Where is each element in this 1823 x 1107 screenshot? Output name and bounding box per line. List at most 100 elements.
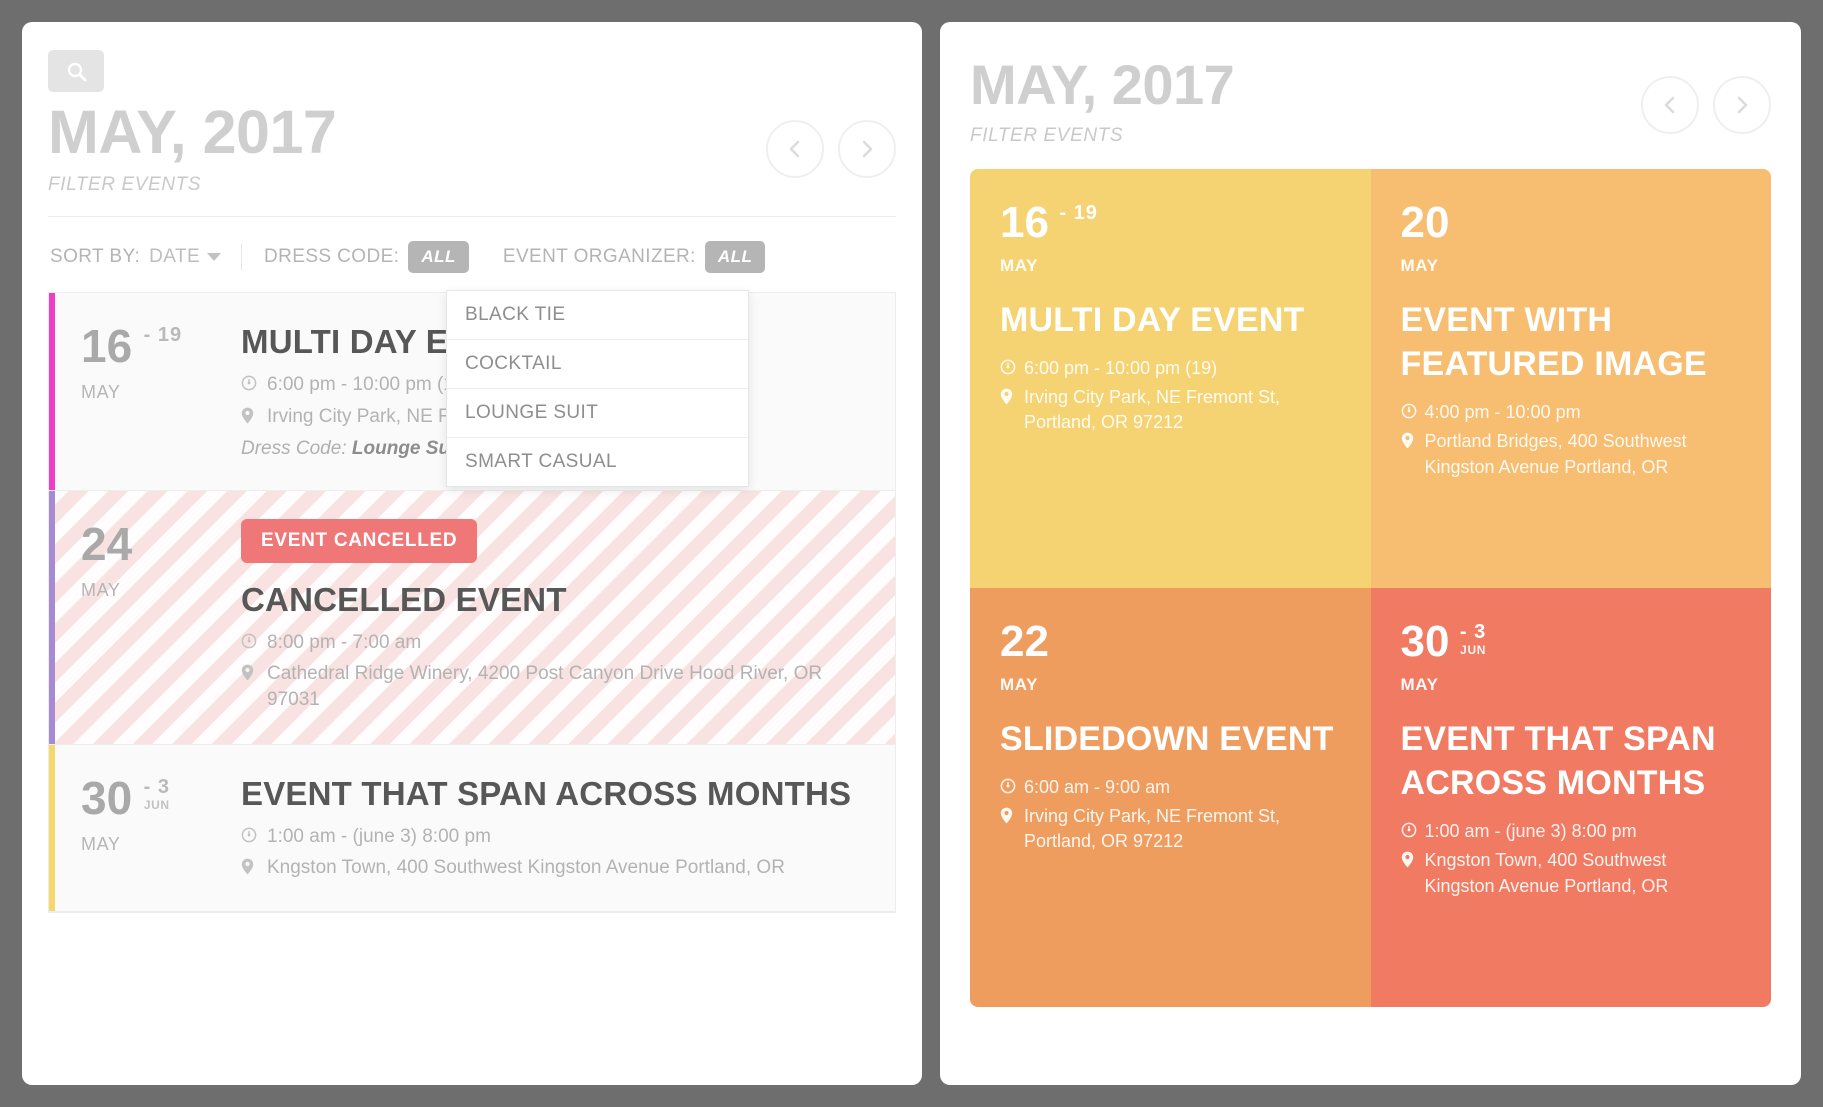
- event-end-month: JUN: [143, 797, 170, 812]
- event-time: 6:00 pm - 10:00 pm (19): [267, 374, 471, 396]
- event-list-item[interactable]: 24 MAY EVENT CANCELLED CANCELLED EVENT 8…: [49, 489, 895, 745]
- tile-time-line: 4:00 pm - 10:00 pm: [1401, 400, 1742, 425]
- event-title[interactable]: EVENT THAT SPAN ACROSS MONTHS: [241, 773, 869, 815]
- tile-time-line: 6:00 am - 9:00 am: [1000, 775, 1341, 800]
- clock-icon: [1401, 819, 1425, 844]
- tile-location-line: Irving City Park, NE Fremont St, Portlan…: [1000, 804, 1341, 854]
- event-list-item[interactable]: 30 - 3 JUN MAY EVENT THAT SPAN ACROSS MO…: [49, 743, 895, 913]
- event-time-line: 1:00 am - (june 3) 8:00 pm: [241, 824, 869, 850]
- map-pin-icon: [1401, 429, 1425, 479]
- tile-location: Kngston Town, 400 Southwest Kingston Ave…: [1424, 850, 1669, 896]
- event-title[interactable]: CANCELLED EVENT: [241, 579, 869, 621]
- map-pin-icon: [241, 661, 267, 713]
- tile-time: 1:00 am - (june 3) 8:00 pm: [1424, 821, 1637, 842]
- tile-day-end: - 3 JUN: [1459, 620, 1487, 657]
- tile-location-line: Portland Bridges, 400 Southwest Kingston…: [1401, 429, 1742, 479]
- dropdown-option[interactable]: SMART CASUAL: [447, 438, 748, 486]
- tile-location-line: Irving City Park, NE Fremont St, Portlan…: [1000, 385, 1341, 435]
- clock-icon: [241, 630, 267, 656]
- calendar-list-panel: MAY, 2017 FILTER EVENTS SORT BY: DATE DR…: [22, 22, 922, 1085]
- right-title-block: MAY, 2017 FILTER EVENTS: [970, 53, 1235, 147]
- clock-icon: [1000, 356, 1024, 381]
- tile-date: 30 - 3 JUN: [1400, 616, 1742, 666]
- filter-bar: SORT BY: DATE DRESS CODE: ALL EVENT ORGA…: [48, 216, 896, 488]
- tile-location: Irving City Park, NE Fremont St, Portlan…: [1024, 806, 1281, 852]
- chevron-left-icon: [785, 137, 805, 161]
- event-organizer-chip[interactable]: ALL: [704, 241, 766, 274]
- event-time-line: 8:00 pm - 7:00 am: [241, 630, 869, 656]
- tile-time: 6:00 am - 9:00 am: [1024, 776, 1171, 797]
- tile-day: 22: [1000, 616, 1049, 666]
- tile-time: 6:00 pm - 10:00 pm (19): [1024, 357, 1218, 378]
- event-tile[interactable]: 22 MAY SLIDEDOWN EVENT 6:00 am - 9:00 am: [970, 587, 1371, 1007]
- right-month-nav: [1641, 76, 1771, 134]
- tile-date: 22: [1000, 616, 1341, 666]
- dropdown-option[interactable]: COCKTAIL: [447, 340, 748, 390]
- prev-month-button[interactable]: [766, 120, 824, 178]
- tile-title[interactable]: MULTI DAY EVENT: [1000, 298, 1341, 342]
- right-header: MAY, 2017 FILTER EVENTS: [970, 53, 1771, 147]
- clock-icon: [241, 372, 267, 398]
- map-pin-icon: [1000, 804, 1024, 854]
- chevron-right-icon: [857, 137, 877, 161]
- filter-events-label: FILTER EVENTS: [48, 174, 202, 196]
- search-icon: [66, 61, 87, 82]
- search-button[interactable]: [48, 50, 104, 92]
- map-pin-icon: [1401, 848, 1425, 898]
- tile-location: Portland Bridges, 400 Southwest Kingston…: [1424, 431, 1687, 477]
- tile-month: MAY: [1400, 674, 1439, 694]
- event-month: MAY: [81, 833, 121, 854]
- chevron-right-icon: [1732, 93, 1752, 117]
- tile-end-month: JUN: [1460, 642, 1486, 657]
- chevron-down-icon[interactable]: [207, 253, 222, 262]
- next-month-button[interactable]: [1713, 76, 1771, 134]
- sort-by-label: SORT BY:: [50, 246, 141, 268]
- tile-day-end: - 19: [1059, 201, 1098, 224]
- tile-date: 20: [1400, 197, 1742, 247]
- clock-icon: [1000, 775, 1024, 800]
- left-header: MAY, 2017 FILTER EVENTS: [48, 100, 896, 196]
- clock-icon: [241, 824, 267, 850]
- event-day-end: - 3 JUN: [143, 775, 170, 812]
- event-date: 16 - 19 MAY: [81, 321, 241, 460]
- dropdown-option[interactable]: LOUNGE SUIT: [447, 389, 748, 439]
- event-tile[interactable]: 16 - 19 MAY MULTI DAY EVENT 6:00 pm - 10…: [970, 168, 1371, 588]
- tile-month: MAY: [1000, 255, 1039, 275]
- event-tile[interactable]: 30 - 3 JUN MAY EVENT THAT SPAN ACROSS MO…: [1370, 587, 1771, 1007]
- event-month: MAY: [81, 579, 121, 600]
- clock-icon: [1401, 400, 1425, 425]
- event-day: 24: [81, 517, 133, 570]
- left-month-nav: [766, 120, 896, 178]
- tile-title[interactable]: EVENT THAT SPAN ACROSS MONTHS: [1401, 717, 1742, 805]
- tile-title[interactable]: EVENT WITH FEATURED IMAGE: [1401, 298, 1742, 386]
- tile-title[interactable]: SLIDEDOWN EVENT: [1000, 717, 1341, 761]
- tile-month: MAY: [1000, 674, 1039, 694]
- dropdown-option[interactable]: BLACK TIE: [447, 291, 748, 341]
- map-pin-icon: [241, 404, 267, 430]
- event-organizer-label: EVENT ORGANIZER:: [502, 246, 696, 268]
- map-pin-icon: [241, 855, 267, 881]
- tile-day: 16: [1000, 197, 1049, 247]
- filter-events-label: FILTER EVENTS: [970, 124, 1124, 146]
- prev-month-button[interactable]: [1641, 76, 1699, 134]
- tile-day: 30: [1400, 616, 1450, 666]
- event-date: 30 - 3 JUN MAY: [81, 773, 241, 882]
- event-day-end: - 19: [143, 324, 183, 347]
- dress-code-label: DRESS CODE:: [264, 246, 400, 268]
- page-title: MAY, 2017: [970, 53, 1235, 116]
- event-date: 24 MAY: [81, 519, 241, 714]
- screenshot-root: MAY, 2017 FILTER EVENTS SORT BY: DATE DR…: [0, 0, 1823, 1107]
- event-tile[interactable]: 20 MAY EVENT WITH FEATURED IMAGE 4:00 pm…: [1370, 168, 1771, 588]
- next-month-button[interactable]: [838, 120, 896, 178]
- tile-day: 20: [1400, 197, 1450, 247]
- event-day: 16: [81, 320, 133, 373]
- tile-date: 16 - 19: [1000, 197, 1341, 247]
- sort-by-value[interactable]: DATE: [149, 246, 200, 268]
- chevron-left-icon: [1660, 93, 1680, 117]
- event-month: MAY: [81, 382, 121, 403]
- dress-code-chip[interactable]: ALL: [408, 241, 469, 274]
- event-tile-grid: 16 - 19 MAY MULTI DAY EVENT 6:00 pm - 10…: [970, 168, 1771, 1007]
- event-time: 8:00 pm - 7:00 am: [267, 631, 422, 653]
- tile-time-line: 6:00 pm - 10:00 pm (19): [1000, 356, 1341, 381]
- event-day: 30: [81, 771, 133, 824]
